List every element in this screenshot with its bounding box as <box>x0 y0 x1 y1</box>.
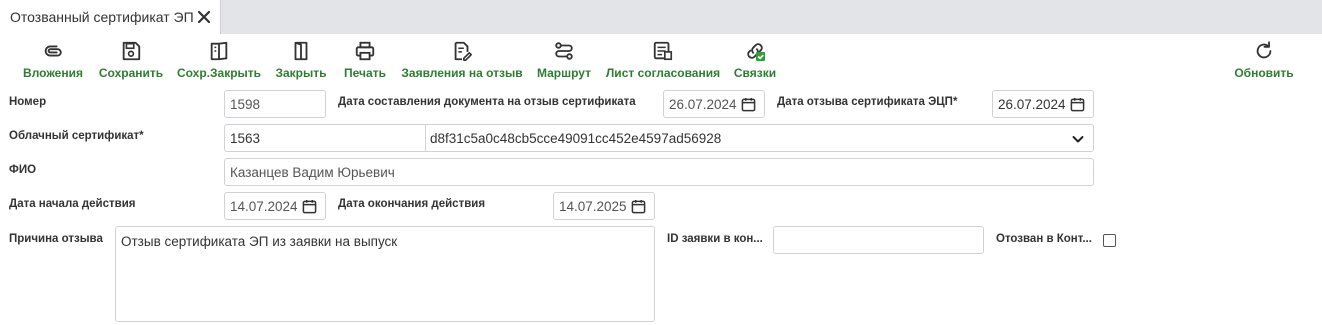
fio-value: Казанцев Вадим Юрьевич <box>230 164 395 180</box>
print-button[interactable]: Печать <box>344 40 386 84</box>
cloud-cert-hash: d8f31c5a0c48cb5cce49091cc452e4597ad56928 <box>430 130 722 146</box>
close-icon[interactable] <box>196 9 212 25</box>
calendar-icon[interactable] <box>741 97 756 112</box>
revoke-date-field[interactable]: 26.07.2024 <box>992 90 1094 118</box>
number-label: Номер <box>9 96 47 108</box>
fio-field[interactable]: Казанцев Вадим Юрьевич <box>224 158 1094 186</box>
approval-sheet-label: Лист согласования <box>605 66 721 80</box>
revoke-requests-label: Заявления на отзыв <box>401 66 523 80</box>
request-id-field[interactable] <box>773 226 984 254</box>
print-label: Печать <box>344 66 386 80</box>
save-close-button[interactable]: Сохр.Закрыть <box>176 40 262 84</box>
reason-textarea[interactable]: Отзыв сертификата ЭП из заявки на выпуск <box>115 226 655 322</box>
paperclip-icon <box>44 45 62 57</box>
links-label: Связки <box>733 66 777 80</box>
end-date-value: 14.07.2025 <box>559 198 627 214</box>
link-check-icon <box>747 43 766 62</box>
certificate-form: Номер 1598 Дата составления документа на… <box>0 88 1322 325</box>
doc-date-label: Дата составления документа на отзыв серт… <box>338 96 636 108</box>
fio-label: ФИО <box>9 164 37 176</box>
book-open-icon <box>210 41 228 61</box>
document-edit-icon <box>454 41 472 61</box>
attachments-label: Вложения <box>23 66 83 80</box>
route-label: Маршрут <box>536 66 592 80</box>
cloud-cert-select[interactable]: 1563 d8f31c5a0c48cb5cce49091cc452e4597ad… <box>224 124 1094 152</box>
tab-revoked-certificate[interactable]: Отозванный сертификат ЭП <box>0 0 221 34</box>
cloud-cert-divider <box>425 125 426 151</box>
door-icon <box>294 41 308 61</box>
close-button[interactable]: Закрыть <box>275 40 327 84</box>
links-button[interactable]: Связки <box>734 40 776 84</box>
printer-icon <box>355 41 375 61</box>
floppy-disk-icon <box>122 41 141 61</box>
save-close-label: Сохр.Закрыть <box>176 66 262 80</box>
revoked-in-checkbox[interactable] <box>1103 234 1116 247</box>
end-date-label: Дата окончания действия <box>338 198 486 210</box>
number-field[interactable]: 1598 <box>224 90 326 118</box>
reason-label: Причина отзыва <box>9 233 103 245</box>
request-id-label: ID заявки в кон... <box>667 233 763 245</box>
save-label: Сохранить <box>98 66 164 80</box>
revoked-in-label: Отозван в Конт... <box>996 233 1092 245</box>
doc-date-value: 26.07.2024 <box>669 96 737 112</box>
reason-value: Отзыв сертификата ЭП из заявки на выпуск <box>121 234 398 249</box>
calendar-icon[interactable] <box>302 199 317 214</box>
save-button[interactable]: Сохранить <box>98 40 164 84</box>
calendar-icon[interactable] <box>631 199 646 214</box>
refresh-button[interactable]: Обновить <box>1234 40 1294 84</box>
doc-date-field[interactable]: 26.07.2024 <box>663 90 765 118</box>
cloud-cert-id: 1563 <box>230 130 261 146</box>
route-button[interactable]: Маршрут <box>536 40 592 84</box>
end-date-field[interactable]: 14.07.2025 <box>553 192 655 220</box>
revoke-date-value: 26.07.2024 <box>998 96 1066 112</box>
revoke-date-label: Дата отзыва сертификата ЭЦП* <box>777 96 958 108</box>
chevron-down-icon[interactable] <box>1071 132 1085 146</box>
refresh-icon <box>1256 41 1272 59</box>
start-date-field[interactable]: 14.07.2024 <box>224 192 326 220</box>
start-date-label: Дата начала действия <box>9 198 136 210</box>
cloud-cert-label: Облачный сертификат* <box>9 130 144 142</box>
attachments-button[interactable]: Вложения <box>23 40 83 84</box>
calendar-icon[interactable] <box>1070 97 1085 112</box>
number-value: 1598 <box>230 96 261 112</box>
refresh-label: Обновить <box>1234 66 1294 80</box>
route-icon <box>555 42 573 60</box>
revoke-requests-button[interactable]: Заявления на отзыв <box>401 40 523 84</box>
tab-bar: Отозванный сертификат ЭП <box>0 0 1322 34</box>
close-label: Закрыть <box>275 66 327 80</box>
approval-sheet-button[interactable]: Лист согласования <box>605 40 721 84</box>
start-date-value: 14.07.2024 <box>230 198 298 214</box>
toolbar: Вложения Сохранить Сохр.Закрыть Закрыть … <box>0 34 1322 88</box>
list-document-icon <box>653 41 673 61</box>
tab-title: Отозванный сертификат ЭП <box>10 9 194 25</box>
